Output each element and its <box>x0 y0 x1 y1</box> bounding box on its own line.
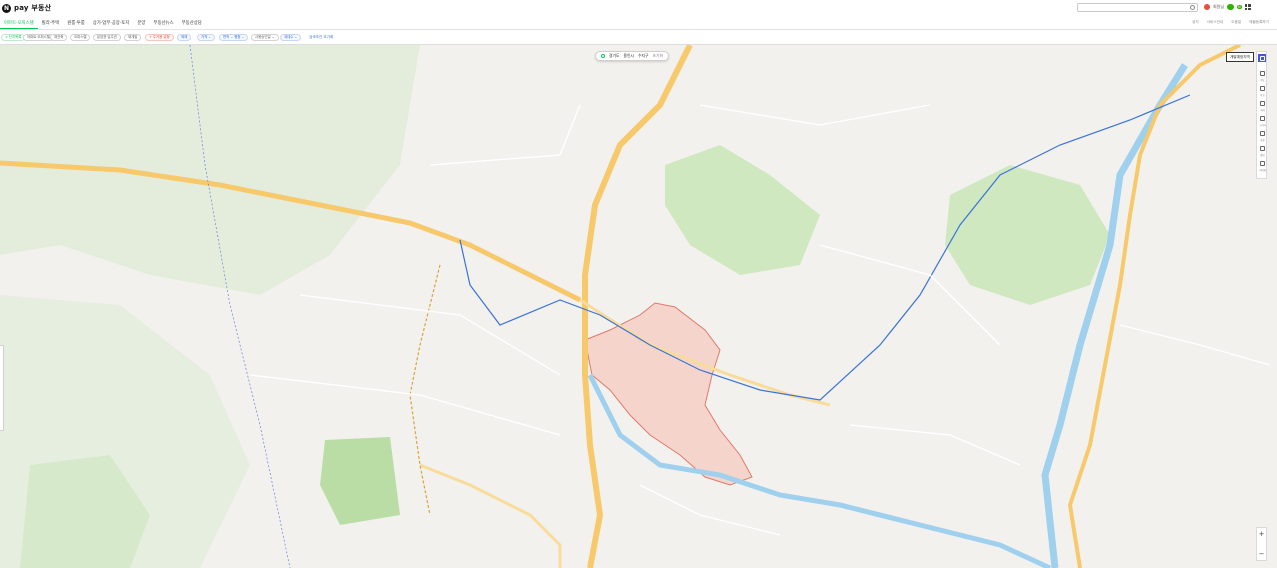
side-panel-handle[interactable] <box>0 345 4 431</box>
filter-chip-9[interactable]: 면적 ⌄ 평형 ⌄ <box>219 34 249 41</box>
profile-area: 회원님 N <box>1204 4 1251 10</box>
utility-links: 공지 서비스안내 도움말 매물등록하기 <box>1192 20 1269 25</box>
filter-chip-5[interactable]: 재개발 <box>124 34 142 41</box>
profile-name[interactable]: 회원님 <box>1213 4 1224 10</box>
info-icon-caption: 정보 <box>1260 154 1265 157</box>
layers-icon-glyph <box>1259 70 1265 76</box>
tab-5[interactable]: 부동산뉴스 <box>149 16 177 29</box>
nav-bar: 아파트·오피스텔 빌라·주택 원룸·투룸 상가·업무·공장·토지 분양 부동산뉴스 부동산상… <box>0 16 1277 30</box>
draw-icon[interactable] <box>1258 114 1266 122</box>
grid-icon[interactable] <box>1244 4 1251 10</box>
search-input[interactable] <box>1077 3 1198 12</box>
rail-line <box>409 264 441 516</box>
location-icon <box>601 54 605 58</box>
park-east <box>945 165 1110 305</box>
logo-mark-icon: N <box>2 3 11 13</box>
utility-link-3[interactable]: 매물등록하기 <box>1249 20 1269 25</box>
filter-chip-8[interactable]: 가격 ⌄ <box>197 34 216 41</box>
school-icon-caption: 학교 <box>1260 94 1265 97</box>
main-tabs: 아파트·오피스텔 빌라·주택 원룸·투룸 상가·업무·공장·토지 분양 부동산뉴스 부동산상… <box>0 16 206 29</box>
filter-chip-6[interactable]: + 주거용 유형 <box>145 34 174 41</box>
tab-4[interactable]: 분양 <box>133 16 149 29</box>
logo-text: pay 부동산 <box>14 4 52 12</box>
reset-filters-link[interactable]: 검색조건 초기화 <box>309 35 333 40</box>
tab-3[interactable]: 상가·업무·공장·토지 <box>89 16 134 29</box>
naver-land-app: N pay 부동산 회원님 N 아파트·오피스텔 빌라·주택 원룸·투룸 상가·업무·… <box>0 0 1277 568</box>
layers-icon-caption: 지도 <box>1260 79 1265 82</box>
filter-chip-10[interactable]: 사용승인일 ⌄ <box>251 34 279 41</box>
highlighted-district[interactable] <box>584 302 753 486</box>
zoom-out-button[interactable]: − <box>1257 550 1266 559</box>
area-layer-label[interactable]: 개발예정지역 <box>1226 52 1254 62</box>
streetview-icon-glyph <box>1259 160 1265 166</box>
school-icon[interactable] <box>1258 84 1266 92</box>
filter-chip-0[interactable]: < 단지목록 <box>1 34 26 41</box>
road-south <box>419 463 562 568</box>
draw-icon-glyph <box>1259 115 1265 121</box>
streetview-icon-caption: 거리뷰 <box>1259 169 1266 172</box>
chat-icon[interactable] <box>1227 4 1235 10</box>
mountain-area <box>0 45 420 295</box>
school-icon-glyph <box>1259 85 1265 91</box>
region-sigungu[interactable]: 용인시 <box>623 53 633 59</box>
distance-icon-caption: 거리 <box>1260 109 1265 112</box>
distance-icon[interactable] <box>1258 99 1266 107</box>
filter-bar: 검색조건 초기화 < 단지목록 아파트·오피스텔 재건축 오피스텔 분양권·입주권 재개발… <box>0 30 1277 45</box>
info-icon[interactable] <box>1258 144 1266 152</box>
region-reset[interactable]: 초기화 <box>652 53 662 59</box>
utility-link-1[interactable]: 서비스안내 <box>1207 20 1224 25</box>
tab-6[interactable]: 부동산상담 <box>178 16 206 29</box>
distance-icon-glyph <box>1259 100 1265 106</box>
region-dong[interactable]: 수지구 <box>638 53 648 59</box>
region-selector[interactable]: 경기도 용인시 수지구 초기화 <box>595 51 669 61</box>
park-center <box>665 145 820 275</box>
utility-link-0[interactable]: 공지 <box>1192 20 1199 25</box>
map-toolbar: 지도학교거리그리기공유정보거리뷰 <box>1256 51 1267 179</box>
draw-icon-caption: 그리기 <box>1259 124 1266 127</box>
list-icon-glyph <box>1259 55 1265 61</box>
filter-chip-7[interactable]: 매매 <box>177 34 192 41</box>
share-icon-caption: 공유 <box>1260 139 1265 142</box>
tab-1[interactable]: 빌라·주택 <box>38 16 64 29</box>
tab-0[interactable]: 아파트·오피스텔 <box>0 16 38 29</box>
filter-chip-3[interactable]: 오피스텔 <box>70 34 91 41</box>
layers-icon[interactable] <box>1258 69 1266 77</box>
avatar[interactable] <box>1204 4 1210 10</box>
streetview-icon[interactable] <box>1258 159 1266 167</box>
sports-park <box>320 437 400 525</box>
filter-chip-11[interactable]: 세대수 ⌄ <box>280 34 302 41</box>
zoom-control: + − <box>1256 527 1267 561</box>
share-icon-glyph <box>1259 130 1265 136</box>
tab-2[interactable]: 원룸·투룸 <box>63 16 89 29</box>
region-sido[interactable]: 경기도 <box>609 53 619 59</box>
utility-link-2[interactable]: 도움말 <box>1231 20 1241 25</box>
search-icon[interactable] <box>1190 5 1195 10</box>
map-canvas[interactable]: 경기도 용인시 수지구 초기화 개발예정지역 지도 학교 거리 그리기 공유 정보 거리뷰 … <box>0 45 1277 568</box>
new-badge: N <box>1237 5 1242 9</box>
highway-east <box>1067 45 1241 568</box>
top-bar: N pay 부동산 회원님 N <box>0 0 1277 16</box>
filter-chip-2[interactable]: 재건축 <box>50 34 68 41</box>
filter-chip-4[interactable]: 분양권·입주권 <box>93 34 121 41</box>
map-layer <box>0 45 1271 568</box>
list-icon[interactable] <box>1258 54 1266 62</box>
logo[interactable]: N pay 부동산 <box>2 3 51 13</box>
share-icon[interactable] <box>1258 129 1266 137</box>
info-icon-glyph <box>1259 145 1265 151</box>
zoom-in-button[interactable]: + <box>1257 530 1266 539</box>
